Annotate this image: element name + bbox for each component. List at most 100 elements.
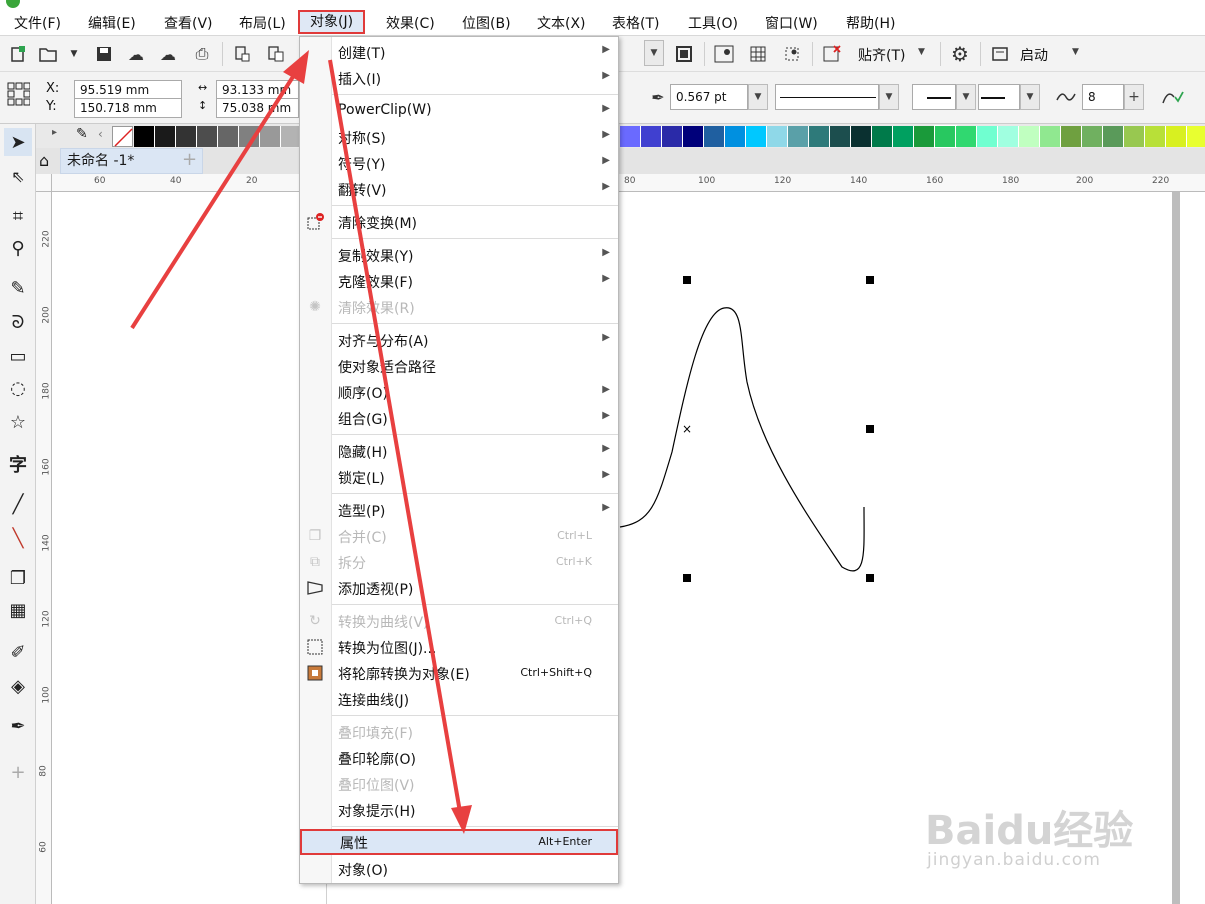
menu-item-fit-to-path[interactable]: 使对象适合路径: [300, 353, 618, 379]
end-arrowhead-dropdown[interactable]: ▼: [1020, 84, 1040, 110]
menu-item-overprint-fill[interactable]: 叠印填充(F): [300, 719, 618, 745]
menu-edit[interactable]: 编辑(E): [88, 13, 136, 33]
menu-item-copy-effect[interactable]: 复制效果(Y) ▶: [300, 242, 618, 268]
rectangle-tool-icon[interactable]: ▭: [4, 342, 32, 370]
swatch-gray-50[interactable]: [239, 126, 260, 147]
outline-width-dropdown[interactable]: ▼: [748, 84, 768, 110]
menu-layout[interactable]: 布局(L): [239, 13, 286, 33]
menu-item-symbol[interactable]: 符号(Y) ▶: [300, 150, 618, 176]
menu-item-object-hints[interactable]: 对象提示(H): [300, 797, 618, 823]
menu-item-create[interactable]: 创建(T) ▶: [300, 39, 618, 65]
snap-dropdown-icon[interactable]: ▼: [918, 47, 925, 57]
menu-item-add-perspective[interactable]: 添加透视(P): [300, 575, 618, 601]
home-icon[interactable]: ⌂: [39, 151, 49, 170]
swatch-black[interactable]: [134, 126, 155, 147]
show-grid-icon[interactable]: [746, 42, 770, 66]
polygon-tool-icon[interactable]: ☆: [4, 408, 32, 436]
ruler-origin[interactable]: [36, 174, 52, 192]
outline-width-field[interactable]: 0.567 pt: [670, 84, 748, 110]
connector-tool-icon[interactable]: ╲: [4, 524, 32, 552]
swatch-spring[interactable]: [956, 126, 977, 147]
save-icon[interactable]: [92, 42, 116, 66]
selection-handle[interactable]: [866, 574, 874, 582]
swatch-gray-80[interactable]: [176, 126, 197, 147]
swatch-navy[interactable]: [683, 126, 704, 147]
menu-item-outline-to-object[interactable]: 将轮廓转换为对象(E) Ctrl+Shift+Q: [300, 660, 618, 686]
add-tool-icon[interactable]: +: [4, 758, 32, 786]
crop-tool-icon[interactable]: ⌗: [4, 202, 32, 230]
cloud-download-icon[interactable]: ☁: [124, 42, 148, 66]
show-rulers-icon[interactable]: [712, 42, 736, 66]
menu-view[interactable]: 查看(V): [164, 13, 213, 33]
swatch-green[interactable]: [914, 126, 935, 147]
swatch-forest[interactable]: [872, 126, 893, 147]
smoothing-field[interactable]: 8: [1082, 84, 1124, 110]
swatch-teal-gray[interactable]: [788, 126, 809, 147]
swatch-emerald[interactable]: [893, 126, 914, 147]
swatch-gray-70[interactable]: [197, 126, 218, 147]
menu-item-symmetry[interactable]: 对称(S) ▶: [300, 124, 618, 150]
swatch-olive-green[interactable]: [1061, 126, 1082, 147]
menu-item-lock[interactable]: 锁定(L) ▶: [300, 464, 618, 490]
selection-handle[interactable]: [683, 276, 691, 284]
menu-item-overprint-bitmap[interactable]: 叠印位图(V): [300, 771, 618, 797]
show-guidelines-icon[interactable]: [780, 42, 804, 66]
dimension-tool-icon[interactable]: ╱: [4, 490, 32, 518]
drop-shadow-icon[interactable]: ❐: [4, 564, 32, 592]
menu-file[interactable]: 文件(F): [14, 13, 61, 33]
swatch-steel-blue[interactable]: [704, 126, 725, 147]
shape-tool-icon[interactable]: ⇖: [4, 162, 32, 190]
menu-item-join-curves[interactable]: 连接曲线(J): [300, 686, 618, 712]
swatch-light-green[interactable]: [1040, 126, 1061, 147]
menu-item-clear-transform[interactable]: 清除变换(M): [300, 209, 618, 235]
menu-item-combine[interactable]: ❐ 合并(C) Ctrl+L: [300, 523, 618, 549]
swatch-blue-violet[interactable]: [641, 126, 662, 147]
launch-label[interactable]: 启动: [1020, 45, 1048, 65]
swatch-light-cyan[interactable]: [767, 126, 788, 147]
swatch-sage[interactable]: [1082, 126, 1103, 147]
smart-fill-icon[interactable]: ✒: [4, 712, 32, 740]
swatch-azure[interactable]: [725, 126, 746, 147]
height-field[interactable]: 75.038 mm: [216, 98, 299, 118]
menu-item-group[interactable]: 组合(G) ▶: [300, 405, 618, 431]
cloud-upload-icon[interactable]: ☁: [156, 42, 180, 66]
menu-tools[interactable]: 工具(O): [688, 13, 738, 33]
zoom-dropdown[interactable]: ▼: [644, 40, 664, 66]
freehand-tool-icon[interactable]: ✎: [4, 274, 32, 302]
zoom-tool-icon[interactable]: ⚲: [4, 234, 32, 262]
swatch-deep-teal[interactable]: [851, 126, 872, 147]
width-field[interactable]: 93.133 mm: [216, 80, 299, 100]
ellipse-tool-icon[interactable]: ◌: [4, 374, 32, 402]
menu-item-insert[interactable]: 插入(I) ▶: [300, 65, 618, 91]
full-screen-icon[interactable]: [672, 42, 696, 66]
line-style-dropdown[interactable]: ▼: [879, 84, 899, 110]
swatch-dark-teal[interactable]: [830, 126, 851, 147]
y-position-field[interactable]: 150.718 mm: [74, 98, 182, 118]
x-position-field[interactable]: 95.519 mm: [74, 80, 182, 100]
menu-item-break-apart[interactable]: ⧉ 拆分 Ctrl+K: [300, 549, 618, 575]
selection-handle[interactable]: [866, 276, 874, 284]
no-color-swatch[interactable]: [112, 126, 133, 147]
snap-to-label[interactable]: 贴齐(T): [858, 45, 905, 65]
menu-item-objects[interactable]: 对象(O): [300, 856, 618, 882]
interactive-fill-icon[interactable]: ◈: [4, 672, 32, 700]
horizontal-ruler[interactable]: 60 40 20 80 100 120 140 160 180 200 220: [52, 174, 1205, 192]
end-arrowhead-select[interactable]: [978, 84, 1020, 110]
menu-item-flip[interactable]: 翻转(V) ▶: [300, 176, 618, 202]
line-style-select[interactable]: [775, 84, 879, 110]
smoothing-plus-icon[interactable]: +: [1124, 84, 1144, 110]
menu-item-align-distribute[interactable]: 对齐与分布(A) ▶: [300, 327, 618, 353]
menu-text[interactable]: 文本(X): [537, 13, 586, 33]
menu-item-properties[interactable]: 属性 Alt+Enter: [300, 829, 618, 855]
palette-prev-icon[interactable]: ‹: [98, 127, 103, 141]
swatch-yellow-lime[interactable]: [1187, 126, 1205, 147]
swatch-bright-green[interactable]: [934, 125, 957, 148]
swatch-moss[interactable]: [1103, 126, 1124, 147]
selection-handle[interactable]: [866, 425, 874, 433]
swatch-sky[interactable]: [746, 126, 767, 147]
menu-item-shaping[interactable]: 造型(P) ▶: [300, 497, 618, 523]
menu-window[interactable]: 窗口(W): [765, 13, 818, 33]
open-folder-icon[interactable]: [36, 42, 60, 66]
snap-off-icon[interactable]: [820, 42, 844, 66]
swatch-gray-90[interactable]: [155, 126, 176, 147]
